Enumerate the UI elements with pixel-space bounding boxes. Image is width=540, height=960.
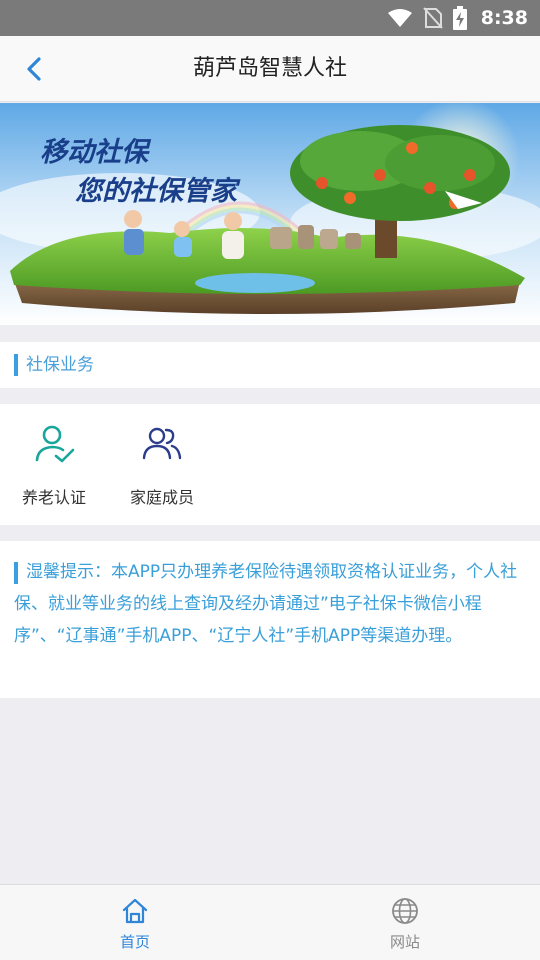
pension-auth-button[interactable]: 养老认证 [4, 404, 104, 525]
nav-home-tab[interactable]: 首页 [0, 885, 270, 960]
family-members-button[interactable]: 家庭成员 [112, 404, 212, 525]
notice-panel: 湿馨提示：本APP只办理养老保险待遇领取资格认证业务，个人社保、就业等业务的线上… [0, 541, 540, 698]
banner-image[interactable]: 移动社保 您的社保管家 [0, 103, 540, 325]
bottom-nav: 首页 网站 [0, 884, 540, 960]
nav-label: 首页 [119, 933, 150, 951]
status-bar: 8:38 [0, 0, 540, 36]
nav-website-tab[interactable]: 网站 [270, 885, 540, 960]
services-grid: 养老认证 家庭成员 [0, 404, 540, 525]
section-title: 社保业务 [26, 355, 94, 375]
banner-slogan-1: 移动社保 [40, 137, 152, 168]
status-icons: 8:38 [387, 0, 528, 36]
nav-label: 网站 [389, 933, 420, 951]
battery-charging-icon [452, 6, 467, 30]
globe-icon [392, 898, 418, 924]
wifi-icon [387, 9, 412, 27]
service-label: 家庭成员 [129, 488, 194, 507]
no-sim-icon [422, 7, 443, 29]
banner-slogan-2: 您的社保管家 [75, 176, 241, 207]
app-bar: 葫芦岛智慧人社 [0, 36, 540, 102]
status-time: 8:38 [480, 7, 528, 29]
home-icon [122, 898, 148, 924]
banner-illustration: 移动社保 您的社保管家 [0, 103, 540, 325]
section-accent-bar [14, 354, 18, 376]
notice-text: 湿馨提示：本APP只办理养老保险待遇领取资格认证业务，个人社保、就业等业务的线上… [14, 562, 518, 646]
page-title: 葫芦岛智慧人社 [192, 56, 347, 81]
user-check-icon [35, 425, 75, 463]
section-header: 社保业务 [0, 342, 540, 388]
users-icon [142, 427, 182, 460]
service-label: 养老认证 [21, 488, 86, 507]
